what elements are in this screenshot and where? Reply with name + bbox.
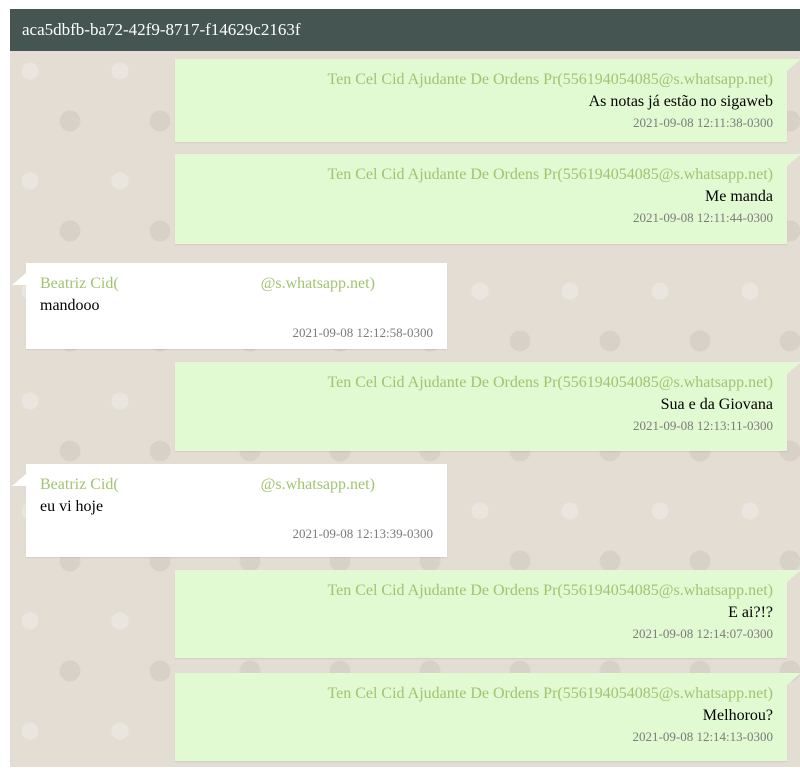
- message-bubble-outgoing: Ten Cel Cid Ajudante De Ordens Pr(556194…: [175, 59, 800, 142]
- message-sender: Ten Cel Cid Ajudante De Ordens Pr(556194…: [327, 582, 773, 599]
- message-text: mandooo: [40, 297, 100, 314]
- message-sender: Beatriz Cid( @s.whatsapp.net): [40, 474, 433, 496]
- message-bubble-incoming: Beatriz Cid( @s.whatsapp.net) mandooo 202…: [12, 263, 447, 349]
- message-bubble-outgoing: Ten Cel Cid Ajudante De Ordens Pr(556194…: [175, 570, 800, 658]
- message-sender: Beatriz Cid( @s.whatsapp.net): [40, 273, 433, 295]
- sender-suffix: @s.whatsapp.net): [260, 275, 375, 292]
- message-text: As notas já estão no sigaweb: [588, 93, 773, 110]
- sender-suffix: @s.whatsapp.net): [260, 476, 375, 493]
- chat-header: aca5dbfb-ba72-42f9-8717-f14629c2163f: [10, 9, 800, 51]
- message-bubble-incoming: Beatriz Cid(@s.whatsapp.net) eu vi hoje …: [12, 464, 447, 557]
- message-bubble-outgoing: Ten Cel Cid Ajudante De Ordens Pr(556194…: [175, 362, 800, 451]
- message-timestamp: 2021-09-08 12:14:07-0300: [632, 626, 773, 641]
- message-sender: Ten Cel Cid Ajudante De Ordens Pr(556194…: [327, 166, 773, 183]
- message-bubble-outgoing: Ten Cel Cid Ajudante De Ordens Pr(556194…: [175, 673, 800, 761]
- message-list[interactable]: Ten Cel Cid Ajudante De Ordens Pr(556194…: [10, 51, 800, 767]
- message-text: eu vi hoje: [40, 498, 104, 515]
- message-timestamp: 2021-09-08 12:13:39-0300: [292, 526, 433, 541]
- message-sender: Ten Cel Cid Ajudante De Ordens Pr(556194…: [327, 685, 773, 702]
- redaction-box: [124, 476, 255, 495]
- sender-name: Beatriz Cid(: [40, 476, 119, 493]
- message-text: E ai?!?: [728, 604, 773, 621]
- message-text: Sua e da Giovana: [660, 396, 773, 413]
- message-sender: Ten Cel Cid Ajudante De Ordens Pr(556194…: [327, 374, 773, 391]
- message-timestamp: 2021-09-08 12:12:58-0300: [292, 325, 433, 340]
- message-timestamp: 2021-09-08 12:11:38-0300: [633, 115, 773, 130]
- message-text: Me manda: [705, 188, 773, 205]
- message-timestamp: 2021-09-08 12:14:13-0300: [632, 729, 773, 744]
- sender-name: Beatriz Cid(: [40, 275, 119, 292]
- message-timestamp: 2021-09-08 12:13:11-0300: [633, 418, 773, 433]
- redaction-box: [124, 275, 255, 294]
- message-bubble-outgoing: Ten Cel Cid Ajudante De Ordens Pr(556194…: [175, 154, 800, 244]
- chat-title: aca5dbfb-ba72-42f9-8717-f14629c2163f: [22, 20, 301, 39]
- message-text: Melhorou?: [702, 707, 773, 724]
- message-timestamp: 2021-09-08 12:11:44-0300: [633, 210, 773, 225]
- message-sender: Ten Cel Cid Ajudante De Ordens Pr(556194…: [327, 71, 773, 88]
